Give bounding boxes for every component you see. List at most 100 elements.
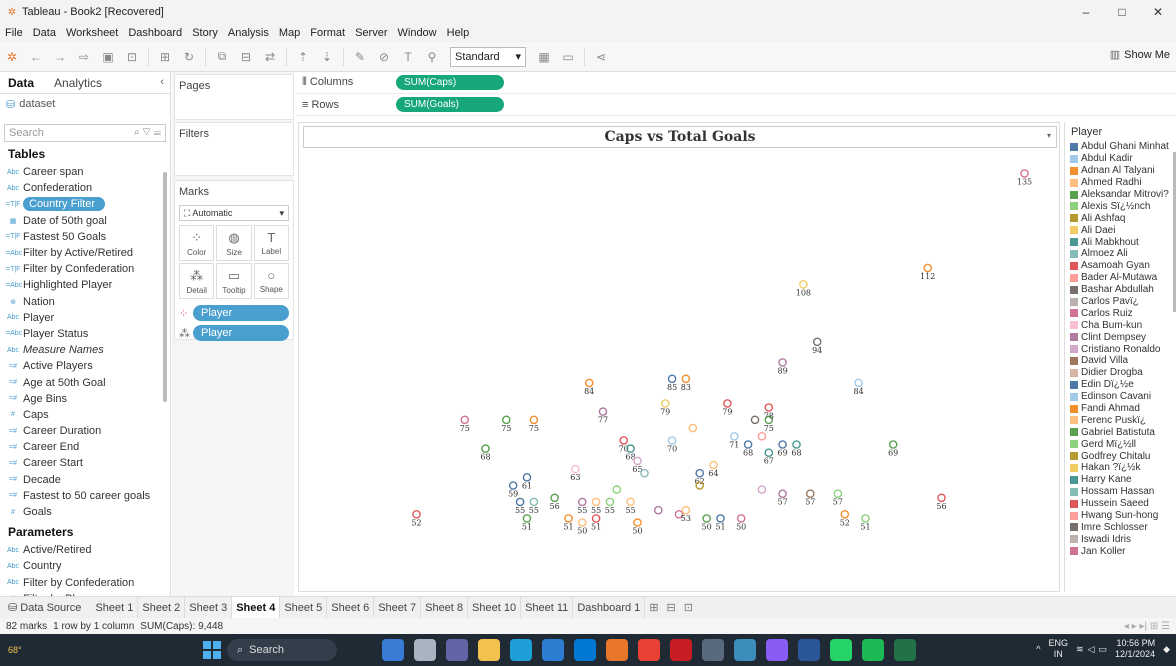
- replay-icon[interactable]: ⇨: [75, 48, 93, 66]
- new-dashboard-tab-icon[interactable]: ⊟: [663, 601, 680, 614]
- scatter-point[interactable]: [833, 489, 843, 499]
- save-icon[interactable]: ▣: [99, 48, 117, 66]
- store-app-icon[interactable]: [542, 639, 564, 661]
- field-search-input[interactable]: Search ⌕ ▽ ☰: [4, 124, 166, 142]
- file-explorer-icon[interactable]: [478, 639, 500, 661]
- legend-item[interactable]: Bashar Abdullah: [1065, 284, 1176, 296]
- share-icon[interactable]: ⋖: [592, 48, 610, 66]
- scatter-point[interactable]: [619, 436, 629, 445]
- maximize-button[interactable]: □: [1104, 0, 1140, 24]
- field-item[interactable]: ▦ Date of 50th goal: [0, 213, 170, 229]
- windows-start-icon[interactable]: [203, 641, 221, 659]
- vscode-app-icon[interactable]: [574, 639, 596, 661]
- scatter-point[interactable]: [799, 280, 808, 289]
- color-player-pill[interactable]: Player: [193, 305, 289, 321]
- scatter-point[interactable]: [550, 493, 559, 503]
- legend-item[interactable]: Imre Schlosser: [1065, 522, 1176, 534]
- battery-icon[interactable]: ▭: [1099, 644, 1108, 655]
- scatter-plot[interactable]: 52756875 75596155 5551566351 5055 5584517755…: [299, 123, 1059, 591]
- scatter-point[interactable]: [1020, 169, 1029, 178]
- scatter-point[interactable]: [412, 509, 421, 519]
- sheet-tab[interactable]: Sheet 5: [280, 596, 328, 619]
- legend-item[interactable]: Adnan Al Talyani: [1065, 165, 1176, 177]
- menu-analysis[interactable]: Analysis: [223, 27, 274, 39]
- legend-item[interactable]: Ferenc Puskï¿: [1065, 414, 1176, 426]
- field-item[interactable]: Abc Confederation: [0, 180, 170, 196]
- sheet-tab[interactable]: Dashboard 1: [573, 596, 646, 619]
- legend-item[interactable]: Edin Dï¿½e: [1065, 379, 1176, 391]
- sort-descending-icon[interactable]: ⇣: [318, 48, 336, 66]
- sheet-tab[interactable]: Sheet 6: [327, 596, 375, 619]
- menu-map[interactable]: Map: [274, 27, 305, 39]
- menu-help[interactable]: Help: [442, 27, 475, 39]
- scatter-point[interactable]: [723, 399, 732, 408]
- field-item[interactable]: =Abc Player Status: [0, 326, 170, 342]
- legend-item[interactable]: Didier Drogba: [1065, 367, 1176, 379]
- scatter-point[interactable]: [522, 514, 532, 523]
- scatter-point[interactable]: [667, 374, 677, 384]
- parameter-item[interactable]: Abc Filter by Confederation: [0, 575, 170, 591]
- legend-item[interactable]: Fandi Ahmad: [1065, 403, 1176, 415]
- legend-item[interactable]: Jan Koller: [1065, 545, 1176, 557]
- tableau-app-icon[interactable]: [606, 639, 628, 661]
- field-item[interactable]: =# Fastest to 50 career goals: [0, 488, 170, 504]
- scatter-point[interactable]: [577, 518, 587, 527]
- scatter-point[interactable]: [633, 518, 642, 527]
- legend-item[interactable]: Hossam Hassan: [1065, 486, 1176, 498]
- field-item[interactable]: =T|F Filter by Confederation: [0, 261, 170, 277]
- spotify-app-icon[interactable]: [862, 639, 884, 661]
- columns-pill[interactable]: SUM(Caps): [396, 75, 504, 90]
- sheet-tab[interactable]: Sheet 1: [91, 596, 139, 619]
- scatter-point[interactable]: [681, 374, 691, 384]
- legend-item[interactable]: Harry Kane: [1065, 474, 1176, 486]
- scatter-point[interactable]: [923, 263, 933, 273]
- highlight-icon[interactable]: ✎: [351, 48, 369, 66]
- legend-item[interactable]: Cristiano Ronaldo: [1065, 343, 1176, 355]
- legend-item[interactable]: Cha Bum-kun: [1065, 319, 1176, 331]
- scatter-point[interactable]: [888, 440, 898, 449]
- scatter-point[interactable]: [840, 509, 850, 519]
- clock[interactable]: 10:56 PM 12/1/2024: [1115, 638, 1155, 660]
- scatter-point[interactable]: [937, 493, 946, 503]
- menu-file[interactable]: File: [0, 27, 28, 39]
- tray-overflow-icon[interactable]: ^: [1036, 644, 1040, 654]
- sheet-tab[interactable]: Sheet 11: [521, 596, 574, 619]
- legend-item[interactable]: Hwang Sun-hong: [1065, 510, 1176, 522]
- scatter-point[interactable]: [778, 440, 787, 449]
- show-me-button[interactable]: ▥ Show Me: [1110, 48, 1170, 62]
- teams-app-icon[interactable]: [446, 639, 468, 661]
- tableau-home-icon[interactable]: ✲: [3, 48, 21, 66]
- close-button[interactable]: ✕: [1140, 0, 1176, 24]
- field-item[interactable]: =# Career End: [0, 439, 170, 455]
- legend-item[interactable]: Carlos Pavï¿: [1065, 296, 1176, 308]
- legend-item[interactable]: Ali Daei: [1065, 224, 1176, 236]
- scatter-point[interactable]: [812, 337, 822, 347]
- field-item[interactable]: # Goals: [0, 504, 170, 520]
- legend-item[interactable]: Abdul Kadir: [1065, 153, 1176, 165]
- chart-title[interactable]: Caps vs Total Goals: [303, 126, 1057, 148]
- new-story-tab-icon[interactable]: ⊡: [680, 601, 697, 614]
- scatter-point[interactable]: [792, 440, 801, 449]
- scatter-point[interactable]: [750, 415, 760, 425]
- mark-shape-button[interactable]: ○ Shape: [253, 263, 289, 299]
- field-item[interactable]: =# Decade: [0, 472, 170, 488]
- scatter-point[interactable]: [653, 505, 663, 515]
- scatter-point[interactable]: [584, 378, 594, 388]
- scatter-point[interactable]: [660, 399, 670, 408]
- mark-detail-button[interactable]: ⁂ Detail: [179, 263, 215, 299]
- scatter-point[interactable]: [529, 497, 539, 507]
- netflix-app-icon[interactable]: [670, 639, 692, 661]
- legend-item[interactable]: Aleksandar Mitrovi?: [1065, 189, 1176, 201]
- redo-icon[interactable]: →: [51, 48, 69, 66]
- task-view-icon[interactable]: [414, 639, 436, 661]
- field-item[interactable]: =T|F Fastest 50 Goals: [0, 229, 170, 245]
- parameter-item[interactable]: Abc Active/Retired: [0, 542, 170, 558]
- sheet-tab[interactable]: Sheet 7: [374, 596, 422, 619]
- menu-worksheet[interactable]: Worksheet: [61, 27, 123, 39]
- show-labels-icon[interactable]: T: [399, 48, 417, 66]
- presentation-icon[interactable]: ▭: [559, 48, 577, 66]
- sort-ascending-icon[interactable]: ⇡: [294, 48, 312, 66]
- fit-select[interactable]: Standard ▾: [450, 46, 526, 67]
- scatter-point[interactable]: [854, 378, 863, 388]
- scatter-point[interactable]: [626, 497, 635, 507]
